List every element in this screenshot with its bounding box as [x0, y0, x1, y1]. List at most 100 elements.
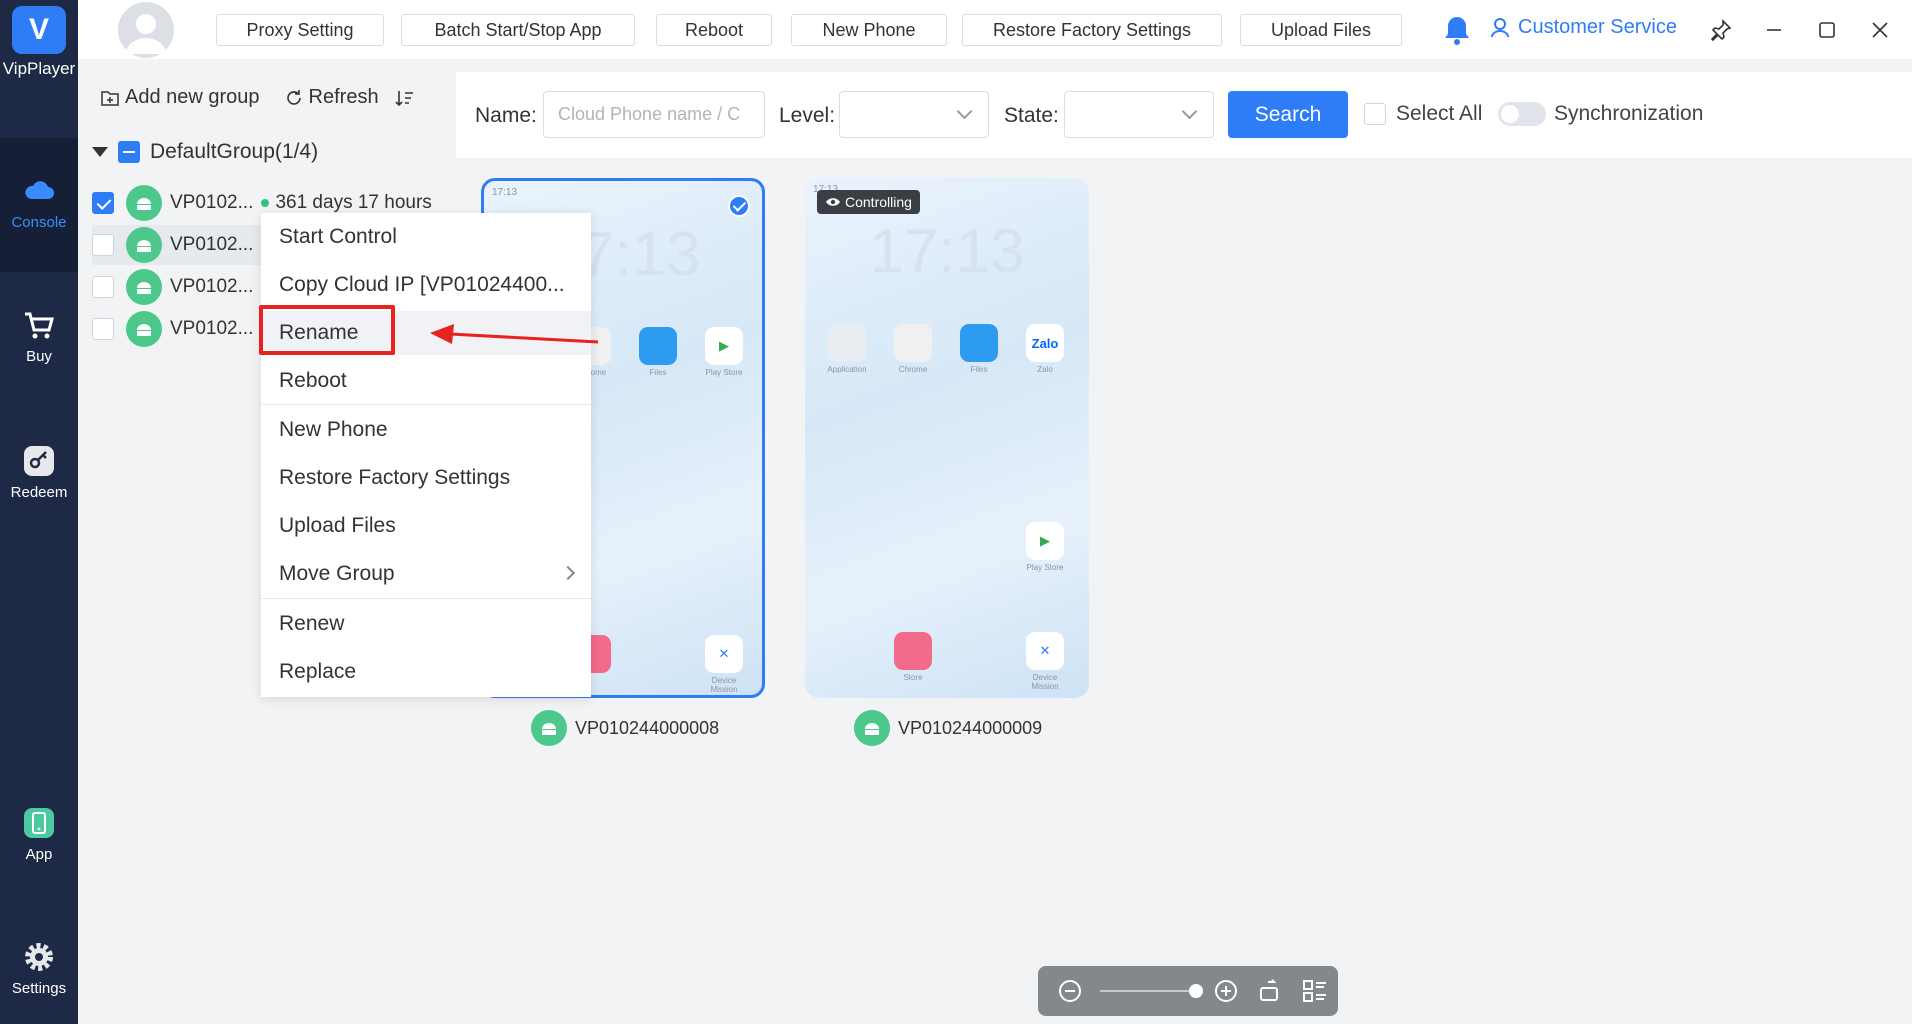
- zoom-slider-handle[interactable]: [1189, 984, 1203, 998]
- state-label: State:: [1004, 104, 1059, 127]
- red-arrow-annotation: [430, 324, 599, 344]
- device-checkbox[interactable]: [92, 234, 114, 256]
- group-header[interactable]: DefaultGroup(1/4): [92, 140, 318, 164]
- pin-icon[interactable]: [1708, 17, 1734, 43]
- layout-grid-icon[interactable]: [1302, 979, 1328, 1003]
- menu-item-upload-files[interactable]: Upload Files: [261, 504, 591, 548]
- cart-icon: [25, 312, 54, 339]
- name-search-input[interactable]: Cloud Phone name / C: [543, 91, 765, 138]
- online-dot-icon: [261, 199, 270, 207]
- close-icon[interactable]: [1867, 17, 1893, 43]
- android-icon: [126, 311, 162, 347]
- device-checkbox[interactable]: [92, 192, 114, 214]
- filter-bar: Name: Cloud Phone name / C Level: State:…: [456, 72, 1912, 158]
- menu-item-replace[interactable]: Replace: [261, 650, 591, 694]
- menu-item-new-phone[interactable]: New Phone: [261, 408, 591, 452]
- phone-app-icon: [24, 808, 54, 838]
- play-store-icon: ▶: [1026, 522, 1064, 560]
- group-name: DefaultGroup(1/4): [150, 140, 319, 163]
- android-icon: [531, 710, 567, 746]
- menu-item-move-group[interactable]: Move Group: [261, 552, 591, 596]
- menu-divider: [261, 598, 591, 599]
- android-icon: [126, 269, 162, 305]
- proxy-setting-button[interactable]: Proxy Setting: [216, 14, 384, 46]
- app-label: Zalo: [1037, 365, 1053, 374]
- app-application: Application: [827, 324, 867, 374]
- menu-item-copy-cloud-ip[interactable]: Copy Cloud IP [VP01024400...: [261, 263, 591, 307]
- app-chrome: Chrome: [893, 324, 933, 374]
- tools-icon: ✕: [705, 635, 743, 673]
- maximize-icon[interactable]: [1814, 17, 1840, 43]
- reboot-button[interactable]: Reboot: [656, 14, 772, 46]
- level-select[interactable]: [839, 91, 989, 138]
- menu-item-restore-factory[interactable]: Restore Factory Settings: [261, 456, 591, 500]
- files-icon: [639, 327, 677, 365]
- store-icon: [894, 632, 932, 670]
- user-avatar[interactable]: [118, 2, 174, 58]
- app-files: Files: [959, 324, 999, 374]
- state-select[interactable]: [1064, 91, 1214, 138]
- add-group-button[interactable]: Add new group: [100, 86, 260, 109]
- nav-settings-label: Settings: [11, 980, 67, 997]
- android-icon: [854, 710, 890, 746]
- chrome-icon: [894, 324, 932, 362]
- refresh-label: Refresh: [308, 86, 379, 108]
- new-phone-button[interactable]: New Phone: [791, 14, 947, 46]
- group-checkbox[interactable]: [118, 141, 140, 163]
- nav-settings[interactable]: Settings: [0, 940, 78, 997]
- zoom-in-icon[interactable]: [1214, 979, 1238, 1003]
- nav-app[interactable]: App: [0, 806, 78, 863]
- search-button[interactable]: Search: [1228, 91, 1348, 138]
- nav-buy[interactable]: Buy: [0, 308, 78, 365]
- device-name: VP0102...: [170, 318, 254, 339]
- app-label: Play Store: [1026, 563, 1064, 572]
- phone-card[interactable]: 17:13 Controlling 17:13 Application Chro…: [805, 178, 1089, 698]
- phone-clock: 17:13: [869, 217, 1025, 286]
- menu-item-start-control[interactable]: Start Control: [261, 215, 591, 259]
- customer-service-link[interactable]: Customer Service: [1488, 15, 1677, 39]
- zoom-toolbar: [1038, 966, 1338, 1016]
- device-name: VP0102...: [170, 234, 254, 255]
- toggle-switch[interactable]: [1498, 102, 1546, 126]
- device-name: VP0102...: [170, 276, 254, 297]
- rotate-icon[interactable]: [1258, 979, 1282, 1003]
- upload-files-button[interactable]: Upload Files: [1240, 14, 1402, 46]
- phone-label: VP010244000008: [531, 710, 719, 746]
- app-zalo: Zalo Zalo: [1025, 324, 1065, 374]
- nav-redeem[interactable]: Redeem: [0, 444, 78, 501]
- left-nav: V VipPlayer Console Buy Redeem App Setti…: [0, 0, 78, 1024]
- nav-redeem-label: Redeem: [10, 484, 68, 501]
- app-files: Files: [638, 327, 678, 377]
- nav-buy-label: Buy: [26, 348, 52, 365]
- phone-id: VP010244000008: [575, 717, 720, 738]
- collapse-triangle-icon[interactable]: [92, 147, 108, 157]
- add-group-label: Add new group: [125, 86, 260, 108]
- batch-start-stop-button[interactable]: Batch Start/Stop App: [401, 14, 635, 46]
- sort-icon[interactable]: [395, 88, 415, 108]
- checkbox-box[interactable]: [1364, 103, 1386, 125]
- nav-console-label: Console: [11, 214, 67, 231]
- device-checkbox[interactable]: [92, 276, 114, 298]
- app-label: Application: [827, 365, 867, 374]
- app-label: Device Mission: [710, 676, 738, 694]
- zoom-out-icon[interactable]: [1058, 979, 1082, 1003]
- minimize-icon[interactable]: [1761, 17, 1787, 43]
- chevron-down-icon: [1181, 103, 1198, 120]
- synchronization-toggle[interactable]: Synchronization: [1498, 102, 1703, 126]
- menu-item-renew[interactable]: Renew: [261, 602, 591, 646]
- user-icon: [126, 14, 166, 54]
- context-menu: Start Control Copy Cloud IP [VP01024400.…: [261, 213, 591, 697]
- zalo-icon: Zalo: [1026, 324, 1064, 362]
- bell-icon[interactable]: [1442, 14, 1472, 46]
- menu-item-reboot[interactable]: Reboot: [261, 359, 591, 403]
- select-all-checkbox[interactable]: Select All: [1364, 102, 1482, 126]
- app-label: Files: [649, 368, 667, 377]
- name-label: Name:: [475, 104, 537, 127]
- menu-divider: [261, 404, 591, 405]
- zoom-slider[interactable]: [1100, 984, 1203, 998]
- device-checkbox[interactable]: [92, 318, 114, 340]
- device-remaining: 361 days 17 hours: [275, 192, 432, 213]
- restore-factory-button[interactable]: Restore Factory Settings: [962, 14, 1222, 46]
- nav-console[interactable]: Console: [0, 138, 78, 272]
- refresh-button[interactable]: Refresh: [284, 86, 379, 109]
